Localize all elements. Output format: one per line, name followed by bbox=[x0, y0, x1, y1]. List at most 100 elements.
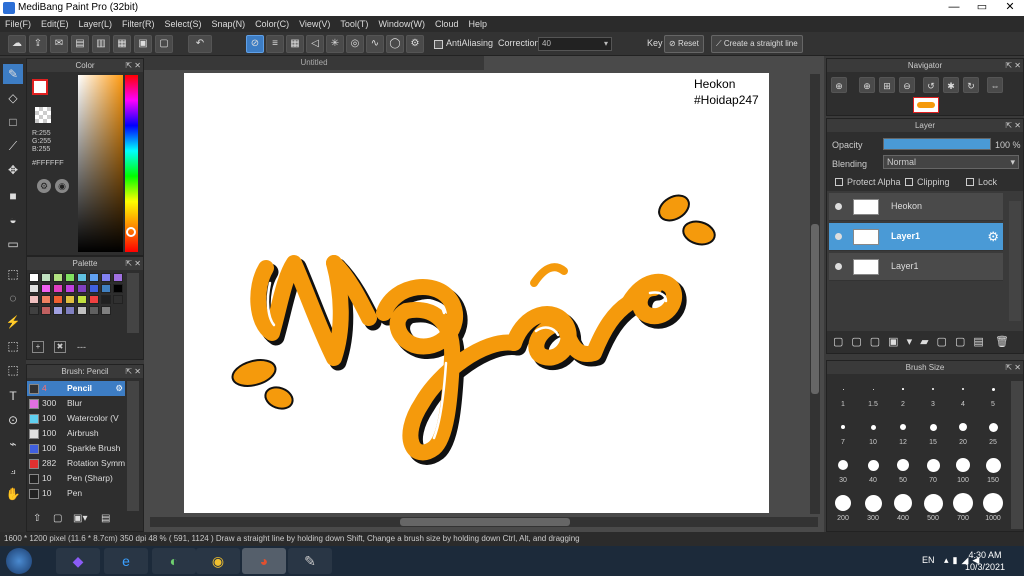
select-eraser-icon[interactable]: ⬚ bbox=[3, 360, 23, 380]
brush-size-option[interactable]: 300 bbox=[859, 491, 887, 527]
brush-menu-icon[interactable]: ▣▾ bbox=[73, 513, 93, 527]
clock[interactable]: 4:30 AM 10/3/2021 bbox=[960, 549, 1010, 573]
layer-row[interactable]: Layer1 bbox=[829, 253, 1003, 281]
layer-row[interactable]: Layer1 ⚙ bbox=[829, 223, 1003, 251]
menu-color[interactable]: Color(C) bbox=[250, 16, 294, 32]
brush-settings-icon[interactable]: ▤ bbox=[101, 513, 115, 527]
eye-icon[interactable] bbox=[835, 233, 842, 240]
rectangle-tool-icon[interactable]: □ bbox=[3, 112, 23, 132]
hand-tool-icon[interactable]: ✋ bbox=[3, 484, 23, 504]
palette-swatch[interactable] bbox=[53, 284, 63, 293]
select-pen-icon[interactable]: ⬚ bbox=[3, 336, 23, 356]
brush-item[interactable]: 100 Watercolor (V bbox=[27, 411, 125, 426]
parallel-snap-icon[interactable]: ≡ bbox=[266, 35, 284, 53]
vertical-scrollbar[interactable] bbox=[810, 74, 820, 514]
close-button[interactable]: ✕ bbox=[996, 0, 1024, 16]
medibang-icon[interactable]: ◕ bbox=[242, 548, 286, 574]
brush-size-option[interactable]: 7 bbox=[829, 415, 857, 451]
rotate-right-icon[interactable]: ↻ bbox=[963, 77, 979, 93]
opacity-slider[interactable] bbox=[883, 138, 991, 150]
menu-filter[interactable]: Filter(R) bbox=[117, 16, 160, 32]
curve-snap-icon[interactable]: ∿ bbox=[366, 35, 384, 53]
eyedropper-tool-icon[interactable]: ⌁ bbox=[3, 434, 23, 454]
brush-size-option[interactable]: 400 bbox=[889, 491, 917, 527]
document-tab[interactable]: Untitled bbox=[144, 56, 484, 70]
snap-off-icon[interactable]: ⊘ bbox=[246, 35, 264, 53]
zoom-in2-icon[interactable]: ⊕ bbox=[859, 77, 875, 93]
palette-swatch[interactable] bbox=[101, 295, 111, 304]
circle-snap-icon[interactable]: ◎ bbox=[346, 35, 364, 53]
brush-size-option[interactable]: 200 bbox=[829, 491, 857, 527]
palette-swatch[interactable] bbox=[101, 273, 111, 282]
palette-swatch[interactable] bbox=[77, 284, 87, 293]
cross-snap-icon[interactable]: ▦ bbox=[286, 35, 304, 53]
canvas-paper[interactable]: Heokon #Hoidap247 bbox=[184, 73, 769, 513]
brush-size-option[interactable]: 700 bbox=[949, 491, 977, 527]
eye-icon[interactable] bbox=[835, 203, 842, 210]
brush-add-icon[interactable]: ▢ bbox=[53, 513, 67, 527]
palette-swatch[interactable] bbox=[113, 273, 123, 282]
brush-tool-icon[interactable]: ✎ bbox=[3, 64, 23, 84]
palette-swatch[interactable] bbox=[29, 306, 39, 315]
reset-button[interactable]: ⊘ Reset bbox=[664, 35, 704, 53]
brush-size-option[interactable]: 5 bbox=[979, 377, 1007, 413]
brush-size-option[interactable]: 1.5 bbox=[859, 377, 887, 413]
trash-icon[interactable]: ✖ bbox=[54, 341, 66, 353]
brush-item[interactable]: 10 Pen bbox=[27, 486, 125, 501]
navigator-thumbnail[interactable] bbox=[913, 97, 939, 113]
menu-view[interactable]: View(V) bbox=[294, 16, 335, 32]
brush-size-option[interactable]: 100 bbox=[949, 453, 977, 489]
panel-close-icon[interactable]: ⇱ ✕ bbox=[125, 257, 141, 270]
select-tool-icon[interactable]: ⬚ bbox=[3, 264, 23, 284]
divide-tool-icon[interactable]: ⊙ bbox=[3, 410, 23, 430]
add-palette-icon[interactable]: + bbox=[32, 341, 44, 353]
brush-item[interactable]: 282 Rotation Symm bbox=[27, 456, 125, 471]
palette-swatch[interactable] bbox=[65, 284, 75, 293]
reset-view-icon[interactable]: ✱ bbox=[943, 77, 959, 93]
horizontal-scroll-thumb[interactable] bbox=[400, 518, 570, 526]
comment-icon[interactable]: ✉ bbox=[50, 35, 68, 53]
brush-item[interactable]: 100 Airbrush bbox=[27, 426, 125, 441]
rotate-left-icon[interactable]: ↺ bbox=[923, 77, 939, 93]
radial-snap-icon[interactable]: ✳ bbox=[326, 35, 344, 53]
menu-window[interactable]: Window(W) bbox=[373, 16, 430, 32]
correction-select[interactable]: 40 ▾ bbox=[538, 37, 612, 51]
text-tool-icon[interactable]: T bbox=[3, 386, 23, 406]
fill-rect-tool-icon[interactable]: ■ bbox=[3, 186, 23, 206]
menu-tool[interactable]: Tool(T) bbox=[335, 16, 373, 32]
palette-swatch[interactable] bbox=[89, 273, 99, 282]
brush-item[interactable]: 4 Pencil ⚙ bbox=[27, 381, 125, 396]
fit-icon[interactable]: ⊞ bbox=[879, 77, 895, 93]
flip-icon[interactable]: ⇔ bbox=[987, 77, 1003, 93]
antialias-checkbox[interactable] bbox=[434, 40, 443, 49]
palette-swatch[interactable] bbox=[113, 295, 123, 304]
panel-close-icon[interactable]: ⇱ ✕ bbox=[125, 59, 141, 72]
palette-swatch[interactable] bbox=[53, 273, 63, 282]
brush-item[interactable]: 300 Blur bbox=[27, 396, 125, 411]
menu-layer[interactable]: Layer(L) bbox=[74, 16, 118, 32]
brush-cloud-icon[interactable]: ⇧ bbox=[33, 513, 47, 527]
palette-swatch[interactable] bbox=[53, 295, 63, 304]
ellipse-snap-icon[interactable]: ◯ bbox=[386, 35, 404, 53]
palette-swatch[interactable] bbox=[29, 273, 39, 282]
panel-close-icon[interactable]: ⇱ ✕ bbox=[125, 365, 141, 378]
color-wheel-icon[interactable]: ⚙ bbox=[37, 179, 51, 193]
menu-help[interactable]: Help bbox=[463, 16, 492, 32]
lock-checkbox[interactable] bbox=[966, 178, 974, 186]
menu-cloud[interactable]: Cloud bbox=[430, 16, 464, 32]
brush-size-option[interactable]: 25 bbox=[979, 415, 1007, 451]
palette-swatch[interactable] bbox=[41, 273, 51, 282]
brush-item[interactable]: 100 Sparkle Brush bbox=[27, 441, 125, 456]
transparent-swatch[interactable] bbox=[35, 107, 51, 123]
panel-close-icon[interactable]: ⇱ ✕ bbox=[1005, 361, 1021, 374]
brush-size-option[interactable]: 500 bbox=[919, 491, 947, 527]
palette-swatch[interactable] bbox=[41, 306, 51, 315]
saturation-value-picker[interactable] bbox=[78, 75, 123, 252]
palette-swatch[interactable] bbox=[29, 295, 39, 304]
palette-swatch[interactable] bbox=[53, 306, 63, 315]
eraser-tool-icon[interactable]: ◇ bbox=[3, 88, 23, 108]
frame-icon[interactable]: ▢ bbox=[155, 35, 173, 53]
clipping-checkbox[interactable] bbox=[905, 178, 913, 186]
blending-select[interactable]: Normal ▾ bbox=[883, 155, 1019, 169]
palette-swatch[interactable] bbox=[77, 306, 87, 315]
